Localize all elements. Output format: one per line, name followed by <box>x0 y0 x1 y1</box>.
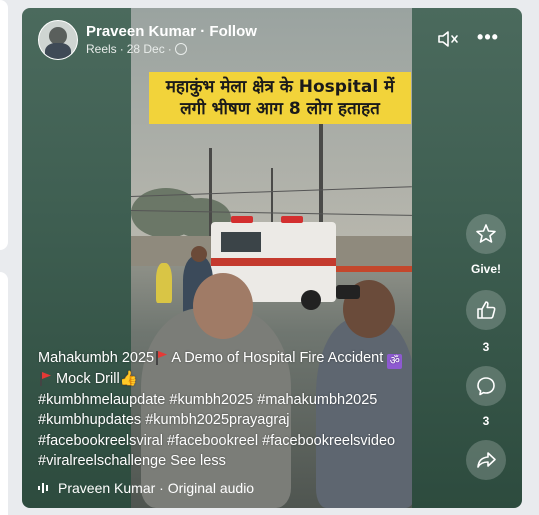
thumbs-up-icon <box>477 301 496 319</box>
overlay-line-1: महाकुंभ मेला क्षेत्र के Hospital में <box>165 77 395 97</box>
give-label: Give! <box>470 262 501 276</box>
comment-count: 3 <box>482 414 490 428</box>
avatar[interactable] <box>38 20 78 60</box>
hashtags-line-2[interactable]: #kumbhupdates #kumbh2025prayagraj <box>38 410 418 431</box>
post-meta: Reels · 28 Dec · <box>86 42 187 56</box>
post-caption: Mahakumbh 2025 A Demo of Hospital Fire A… <box>38 348 418 472</box>
more-options-icon[interactable]: ••• <box>476 28 500 50</box>
reel-card[interactable]: महाकुंभ मेला क्षेत्र के Hospital में लगी… <box>22 8 522 508</box>
red-flag-icon <box>40 372 50 386</box>
post-date[interactable]: 28 Dec <box>127 42 165 56</box>
video-overlay-caption: महाकुंभ मेला क्षेत्र के Hospital में लगी… <box>149 72 411 124</box>
globe-icon <box>174 43 187 55</box>
post-header: Praveen Kumar · Follow Reels · 28 Dec · … <box>38 20 506 60</box>
comment-icon <box>477 377 495 396</box>
like-button[interactable] <box>466 290 506 330</box>
audio-text: Praveen Kumar · Original audio <box>58 480 255 496</box>
ambulance-light <box>281 216 303 223</box>
video-person <box>156 263 172 303</box>
caption-line-1: Mahakumbh 2025 A Demo of Hospital Fire A… <box>38 348 418 369</box>
separator: · <box>167 42 172 56</box>
follow-button[interactable]: Follow <box>209 23 257 40</box>
hashtag-viral[interactable]: #viralreelschallenge <box>38 453 166 469</box>
comment-button[interactable] <box>466 366 506 406</box>
video-person-head <box>193 273 253 339</box>
like-count: 3 <box>482 340 490 354</box>
see-less-link[interactable]: See less <box>170 453 226 469</box>
separator: · <box>200 23 206 40</box>
mute-icon[interactable] <box>436 28 462 50</box>
hashtags-line-1[interactable]: #kumbhmelaupdate #kumbh2025 #mahakumbh20… <box>38 390 418 411</box>
hashtags-line-3[interactable]: #facebookreelsviral #facebookreel #faceb… <box>38 431 418 452</box>
author-line: Praveen Kumar · Follow <box>86 23 257 40</box>
om-icon: ॐ <box>387 354 403 369</box>
caption-mock-drill: Mock Drill <box>56 371 120 387</box>
star-gift-icon <box>476 224 496 243</box>
thumbs-up-emoji-icon: 👍 <box>119 371 138 387</box>
video-camera <box>336 285 360 299</box>
post-type[interactable]: Reels <box>86 42 117 56</box>
red-flag-icon <box>156 351 166 365</box>
caption-subtitle: A Demo of Hospital Fire Accident <box>171 350 384 366</box>
share-button[interactable] <box>466 440 506 480</box>
ambulance-stripe <box>211 258 336 266</box>
separator: · <box>119 42 124 56</box>
caption-title: Mahakumbh 2025 <box>38 350 155 366</box>
overlay-line-2: लगी भीषण आग 8 लोग हताहत <box>180 99 380 119</box>
ambulance-light <box>231 216 253 223</box>
author-name[interactable]: Praveen Kumar <box>86 23 196 40</box>
audio-wave-icon <box>38 483 48 493</box>
adjacent-panel <box>0 0 8 250</box>
ambulance-window <box>221 232 261 252</box>
avatar-body <box>45 43 71 59</box>
adjacent-panel <box>0 272 8 515</box>
ambulance-wheel <box>301 290 321 310</box>
caption-line-2: Mock Drill👍 <box>38 369 418 390</box>
share-icon <box>477 452 496 468</box>
video-person-head <box>191 246 207 262</box>
audio-attribution[interactable]: Praveen Kumar · Original audio <box>38 480 254 496</box>
give-button[interactable] <box>466 214 506 254</box>
hashtags-line-4: #viralreelschallenge See less <box>38 451 418 472</box>
